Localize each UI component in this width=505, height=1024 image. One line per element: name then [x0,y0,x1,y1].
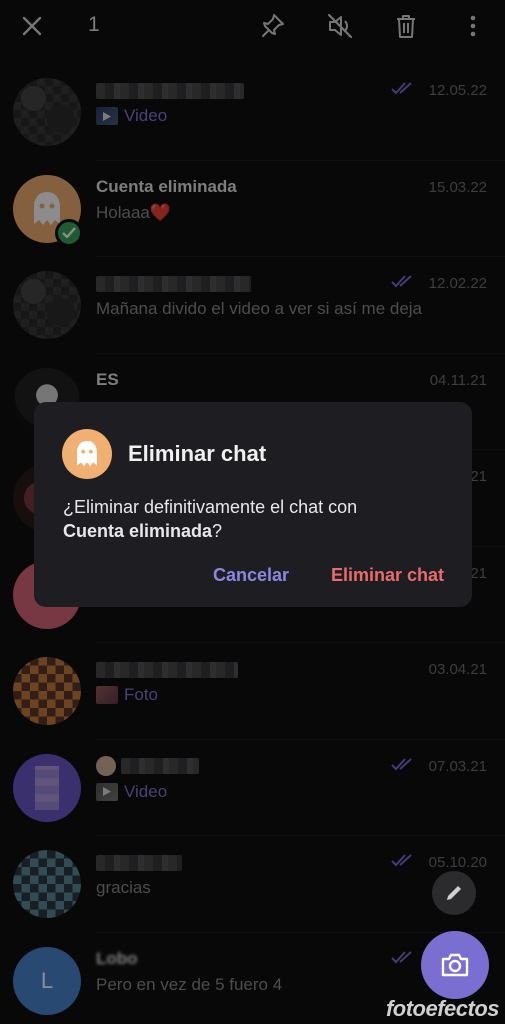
ghost-avatar [62,429,112,479]
dialog-title: Eliminar chat [128,441,267,466]
compose-button[interactable] [432,871,476,915]
dialog-message-name: Cuenta eliminada [63,521,213,541]
delete-chat-dialog: Eliminar chat ¿Eliminar definitivamente … [34,402,472,607]
dialog-message-prefix: ¿Eliminar definitivamente el chat con [63,497,358,517]
cancel-button[interactable]: Cancelar [213,565,289,586]
delete-chat-button[interactable]: Eliminar chat [331,565,444,586]
dialog-message: ¿Eliminar definitivamente el chat con Cu… [63,495,453,543]
watermark-logo: fotoefectos [385,996,500,1021]
camera-icon [441,953,469,977]
pencil-icon [447,886,461,900]
camera-button[interactable] [421,931,489,999]
ghost-icon [77,441,97,467]
dialog-message-suffix: ? [212,521,223,541]
